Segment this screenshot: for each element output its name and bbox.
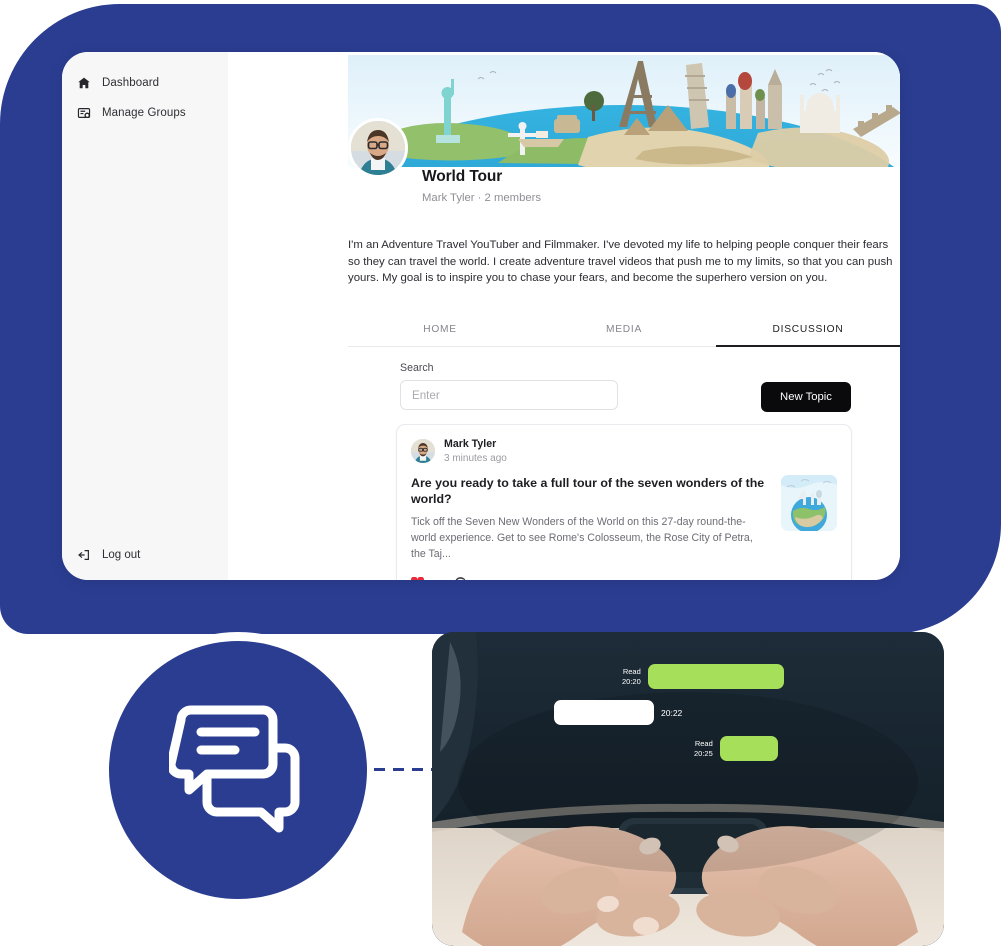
post-author-avatar <box>411 439 435 463</box>
group-cover-image <box>348 55 900 167</box>
post-footer: 2 3 Join Discussion <box>411 576 837 580</box>
post-body: Are you ready to take a full tour of the… <box>411 475 837 562</box>
tab-media[interactable]: MEDIA <box>532 324 716 346</box>
page-title: World Tour <box>422 168 503 185</box>
chat-message-row: Read 20:25 <box>694 736 778 761</box>
main-content: World Tour Mark Tyler · 2 members I'm an… <box>228 52 900 580</box>
sidebar-item-dashboard[interactable]: Dashboard <box>62 68 228 98</box>
group-meta: Mark Tyler · 2 members <box>422 192 542 204</box>
like-count: 2 <box>430 580 436 581</box>
chat-feature-badge <box>100 632 376 908</box>
group-profile-header: World Tour Mark Tyler · 2 members <box>348 118 542 204</box>
post-timestamp: 3 minutes ago <box>444 453 507 464</box>
join-discussion-link[interactable]: Join Discussion <box>502 579 583 580</box>
tab-discussion[interactable]: DISCUSSION <box>716 324 900 347</box>
chat-message-row: 20:22 <box>554 700 682 725</box>
message-status: Read 20:25 <box>694 739 713 758</box>
app-window: Dashboard Manage Groups Log out World To… <box>62 52 900 580</box>
tab-bar: HOME MEDIA DISCUSSION <box>348 324 900 347</box>
logout-label: Log out <box>102 549 141 561</box>
post-header: Mark Tyler 3 minutes ago <box>411 438 837 464</box>
comment-stat[interactable]: 3 <box>454 576 479 581</box>
like-stat[interactable]: 2 <box>411 576 436 580</box>
chat-bubble <box>647 664 784 689</box>
sidebar: Dashboard Manage Groups Log out <box>62 52 228 580</box>
search-input[interactable] <box>400 380 618 410</box>
chat-message-row: Read 20:20 <box>622 664 784 689</box>
message-status: Read 20:20 <box>622 667 641 686</box>
new-topic-button[interactable]: New Topic <box>761 382 851 412</box>
post-thumbnail <box>781 475 837 531</box>
post-author-name: Mark Tyler <box>444 438 497 450</box>
avatar <box>348 118 408 178</box>
sidebar-item-label: Dashboard <box>102 77 160 89</box>
logout-button[interactable]: Log out <box>62 548 140 562</box>
heart-icon <box>411 576 424 580</box>
logout-icon <box>77 548 91 562</box>
sidebar-item-label: Manage Groups <box>102 107 186 119</box>
connector-dashed-line <box>374 768 438 771</box>
comment-count: 3 <box>473 580 479 581</box>
group-bio: I'm an Adventure Travel YouTuber and Fil… <box>348 239 893 285</box>
discussion-post-card[interactable]: Mark Tyler 3 minutes ago Are you ready t… <box>396 424 852 580</box>
home-icon <box>77 76 91 90</box>
search-field-group: Search <box>400 362 618 410</box>
post-title[interactable]: Are you ready to take a full tour of the… <box>411 475 769 507</box>
sidebar-item-manage-groups[interactable]: Manage Groups <box>62 98 228 128</box>
chat-bubble <box>719 736 778 761</box>
chat-bubble <box>554 700 654 725</box>
chat-bubbles-icon <box>166 702 307 839</box>
tab-home[interactable]: HOME <box>348 324 532 346</box>
message-timestamp: 20:22 <box>661 707 683 718</box>
post-excerpt: Tick off the Seven New Wonders of the Wo… <box>411 516 753 560</box>
comment-icon <box>454 576 467 580</box>
manage-groups-icon <box>77 106 91 120</box>
chat-photo-card: Read 20:20 20:22 Read 20:25 <box>432 632 944 946</box>
search-label: Search <box>400 362 434 374</box>
